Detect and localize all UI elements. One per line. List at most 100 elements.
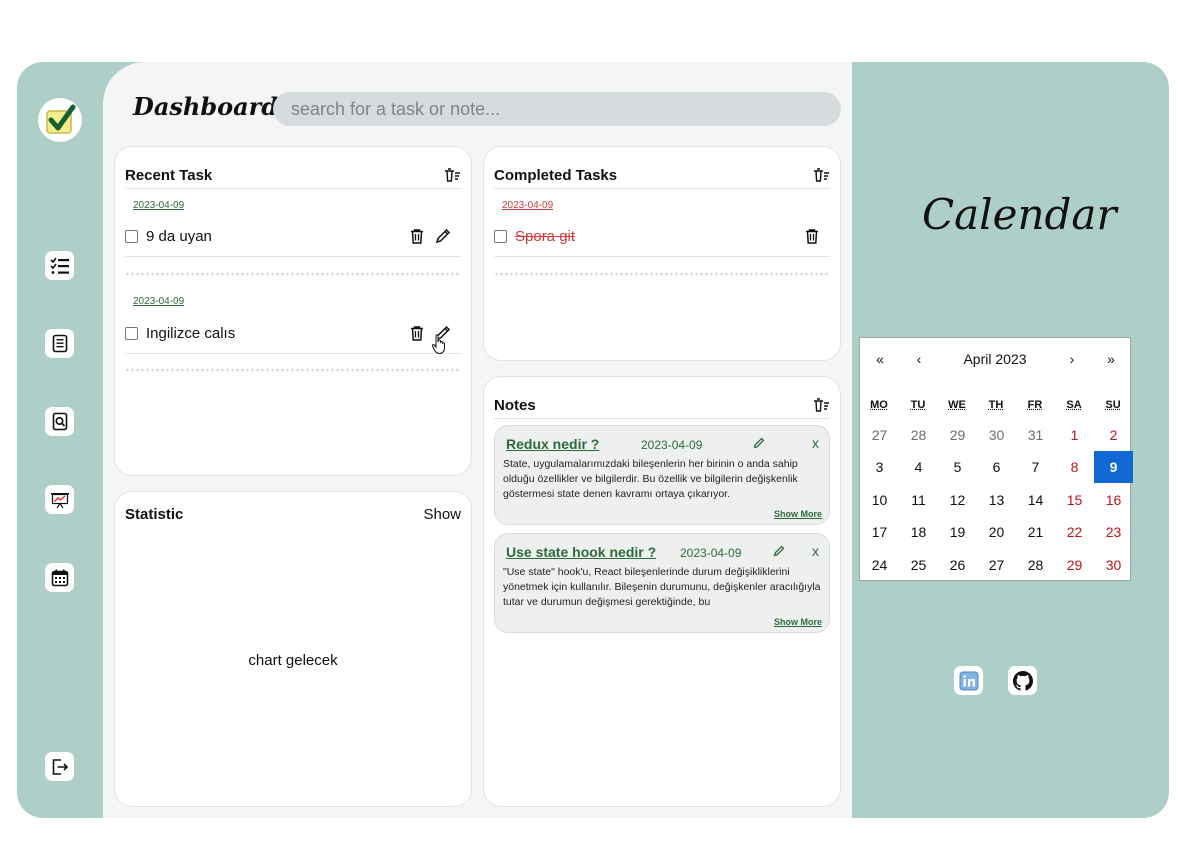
- calendar-day[interactable]: 8: [1055, 451, 1094, 483]
- calendar-day[interactable]: 6: [977, 451, 1016, 483]
- calendar-day[interactable]: 5: [938, 451, 977, 483]
- note-card[interactable]: Redux nedir ? 2023-04-09 x State, uygula…: [494, 425, 830, 525]
- nav-search-docs[interactable]: [45, 407, 74, 436]
- clear-tasks-button[interactable]: [444, 168, 461, 182]
- task-date: 2023-04-09: [133, 296, 185, 307]
- task-row: 9 da uyan: [125, 216, 461, 257]
- task-checkbox[interactable]: [125, 229, 138, 243]
- calendar-day[interactable]: 30: [1094, 549, 1133, 581]
- divider: [125, 272, 461, 276]
- calendar-day[interactable]: 10: [860, 484, 899, 516]
- logout-button[interactable]: [45, 752, 74, 781]
- calendar-day[interactable]: 27: [977, 549, 1016, 581]
- clear-completed-button[interactable]: [813, 168, 830, 182]
- show-more-link[interactable]: Show More: [769, 617, 822, 627]
- calendar-day[interactable]: 14: [1016, 484, 1055, 516]
- show-more-link[interactable]: Show More: [769, 509, 822, 519]
- calendar-day[interactable]: 9: [1094, 451, 1133, 484]
- calendar-day[interactable]: 25: [899, 549, 938, 581]
- nav-notes[interactable]: [45, 329, 74, 358]
- notes-card: Notes Redux nedir ? 2023-04-09 x State, …: [483, 376, 841, 807]
- trash-filter-icon: [814, 398, 829, 412]
- app-logo[interactable]: [38, 98, 82, 142]
- task-checkbox[interactable]: [125, 326, 138, 340]
- calendar-day[interactable]: 30: [977, 419, 1016, 451]
- presentation-chart-icon: [50, 492, 69, 508]
- calendar-day[interactable]: 23: [1094, 516, 1133, 548]
- weekday-label: MO: [870, 399, 888, 411]
- edit-note-button[interactable]: [753, 437, 765, 449]
- note-date: 2023-04-09: [641, 438, 703, 452]
- task-text: Spora git: [515, 227, 576, 245]
- task-text: 9 da uyan: [146, 227, 212, 245]
- calendar-day[interactable]: 24: [860, 549, 899, 581]
- search-input[interactable]: [273, 92, 841, 126]
- nav-tasks[interactable]: [45, 251, 74, 280]
- trash-icon: [806, 229, 818, 244]
- calendar-day[interactable]: 18: [899, 516, 938, 548]
- page-title: Dashboard: [133, 92, 279, 121]
- close-note-button[interactable]: x: [812, 543, 819, 559]
- calendar-day[interactable]: 28: [899, 419, 938, 451]
- statistic-card: Statistic Show chart gelecek: [114, 491, 472, 807]
- statistic-header: Statistic Show: [125, 506, 461, 523]
- notes-icon: [52, 334, 67, 353]
- calendar-day[interactable]: 11: [899, 484, 938, 516]
- calendar-day[interactable]: 20: [977, 516, 1016, 548]
- sidebar: [17, 62, 103, 818]
- trash-icon: [411, 326, 423, 341]
- note-title[interactable]: Redux nedir ?: [506, 436, 599, 452]
- calendar-day[interactable]: 29: [1055, 549, 1094, 581]
- show-statistic-button[interactable]: Show: [423, 506, 461, 523]
- calendar-day[interactable]: 17: [860, 516, 899, 548]
- calendar-icon: [51, 569, 68, 586]
- prev-month-button[interactable]: ‹: [907, 346, 931, 372]
- calendar-day[interactable]: 3: [860, 451, 899, 483]
- trash-filter-icon: [814, 168, 829, 182]
- github-button[interactable]: [1008, 666, 1037, 695]
- calendar-day[interactable]: 15: [1055, 484, 1094, 516]
- calendar-day[interactable]: 28: [1016, 549, 1055, 581]
- note-title[interactable]: Use state hook nedir ?: [506, 544, 656, 560]
- calendar-day[interactable]: 12: [938, 484, 977, 516]
- calendar-month-label[interactable]: April 2023: [930, 346, 1060, 372]
- prev-year-button[interactable]: «: [868, 346, 892, 372]
- calendar-day[interactable]: 2: [1094, 419, 1133, 451]
- calendar-day[interactable]: 7: [1016, 451, 1055, 483]
- calendar-day[interactable]: 22: [1055, 516, 1094, 548]
- edit-task-button[interactable]: [435, 228, 451, 244]
- calendar-day[interactable]: 13: [977, 484, 1016, 516]
- calendar-day[interactable]: 29: [938, 419, 977, 451]
- app-frame: Dashboard Recent Task 2023-04-09 9 da uy…: [17, 62, 1169, 818]
- calendar-day[interactable]: 4: [899, 451, 938, 483]
- card-title: Recent Task: [125, 166, 213, 184]
- edit-note-button[interactable]: [773, 545, 785, 557]
- calendar-day[interactable]: 1: [1055, 419, 1094, 451]
- weekday-label: WE: [948, 399, 966, 411]
- pencil-icon: [435, 228, 451, 244]
- search-document-icon: [52, 412, 67, 431]
- task-date: 2023-04-09: [502, 200, 554, 211]
- calendar-day[interactable]: 21: [1016, 516, 1055, 548]
- calendar-day[interactable]: 31: [1016, 419, 1055, 451]
- linkedin-icon: [959, 671, 978, 690]
- nav-calendar[interactable]: [45, 563, 74, 592]
- completed-tasks-header: Completed Tasks: [494, 162, 830, 189]
- next-year-button[interactable]: »: [1099, 346, 1123, 372]
- task-checkbox[interactable]: [494, 229, 507, 243]
- calendar-day[interactable]: 27: [860, 419, 899, 451]
- main-panel: Dashboard Recent Task 2023-04-09 9 da uy…: [103, 62, 852, 818]
- calendar-panel: Calendar « ‹ April 2023 › » MO TU WE TH FR SA…: [852, 62, 1169, 818]
- linkedin-button[interactable]: [954, 666, 983, 695]
- delete-task-button[interactable]: [409, 325, 425, 341]
- clear-notes-button[interactable]: [813, 398, 830, 412]
- calendar-day[interactable]: 26: [938, 549, 977, 581]
- delete-task-button[interactable]: [804, 228, 820, 244]
- close-note-button[interactable]: x: [812, 435, 819, 451]
- delete-task-button[interactable]: [409, 228, 425, 244]
- next-month-button[interactable]: ›: [1060, 346, 1084, 372]
- note-card[interactable]: Use state hook nedir ? 2023-04-09 x "Use…: [494, 533, 830, 633]
- nav-statistics[interactable]: [45, 485, 74, 514]
- calendar-day[interactable]: 16: [1094, 484, 1133, 516]
- calendar-day[interactable]: 19: [938, 516, 977, 548]
